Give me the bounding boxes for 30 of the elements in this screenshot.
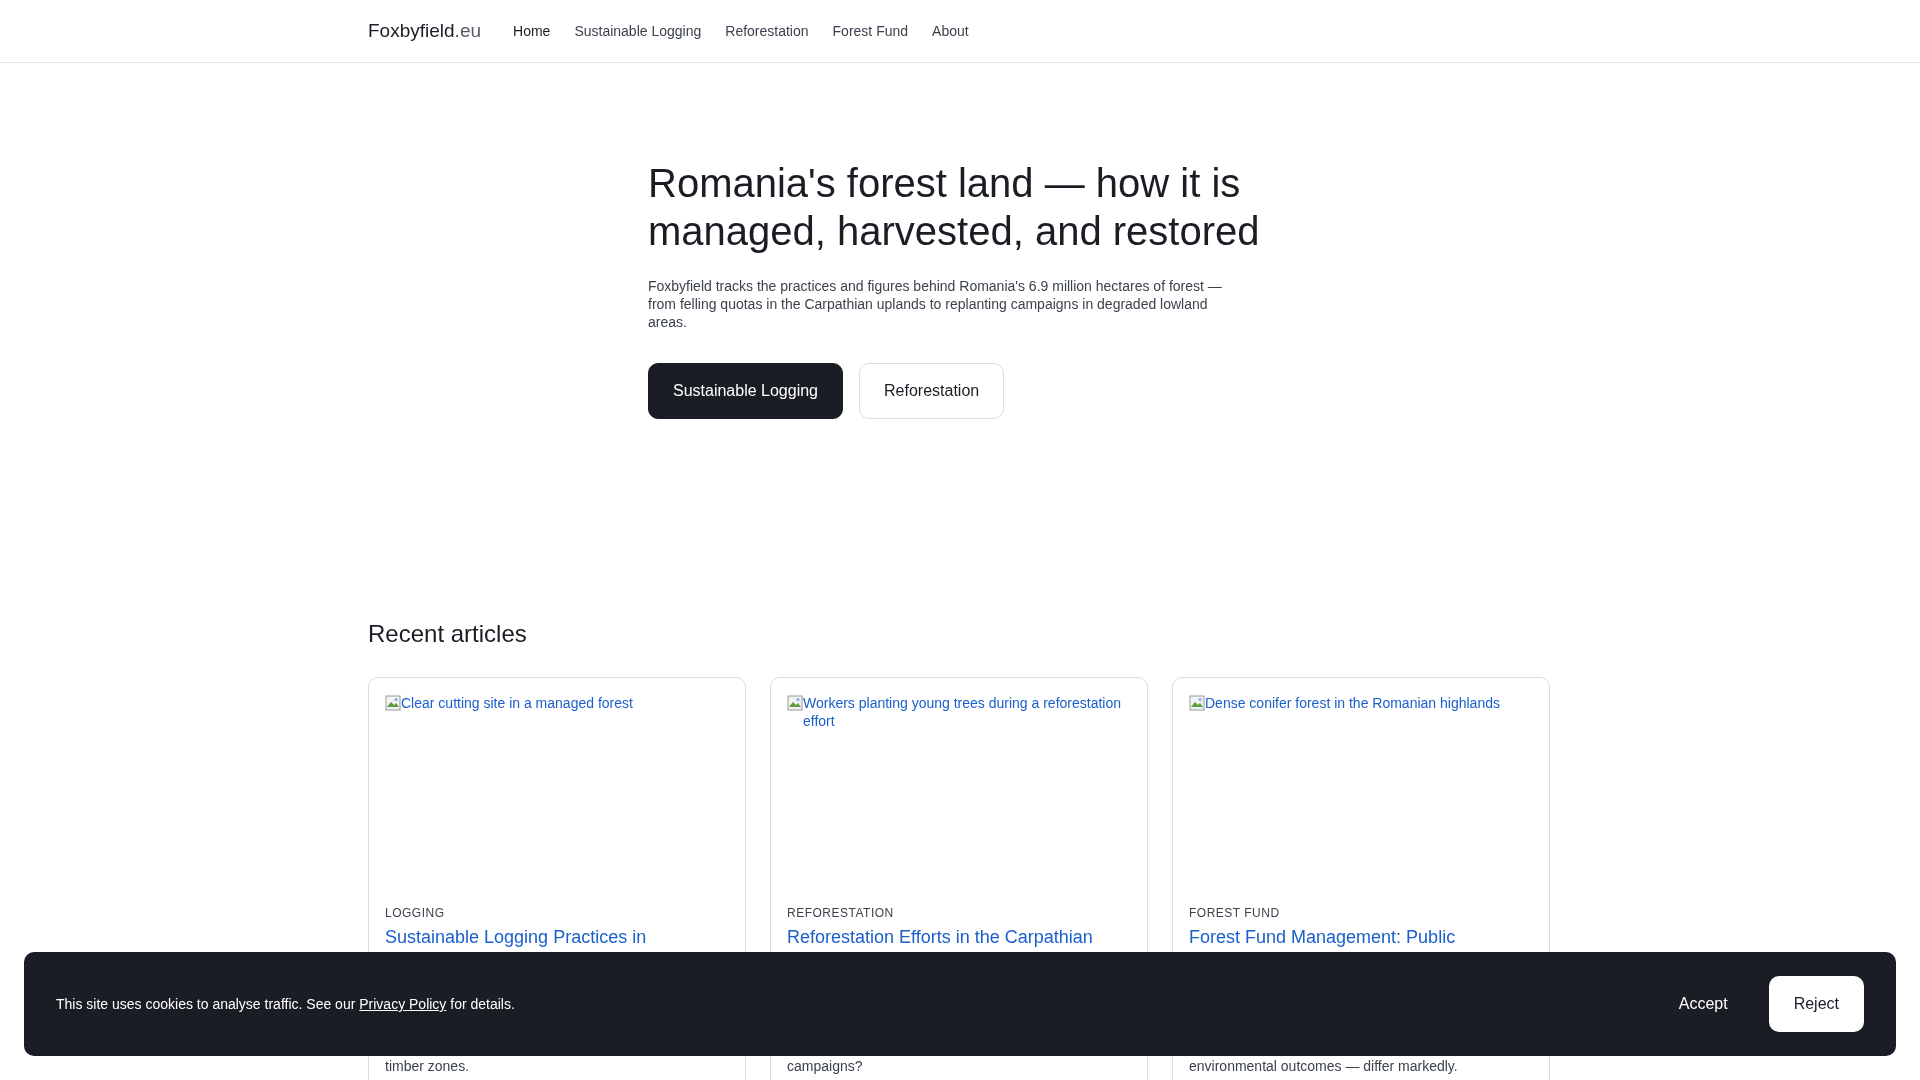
broken-image-icon (1189, 695, 1205, 711)
article-title[interactable]: Sustainable Logging Practices in (385, 925, 729, 949)
article-title[interactable]: Forest Fund Management: Public (1189, 925, 1533, 949)
article-summary: environmental outcomes — differ markedly. (1189, 1057, 1459, 1075)
site-logo[interactable]: Foxbyfield.eu (368, 20, 482, 42)
nav-link[interactable]: About (932, 23, 969, 39)
nav-link[interactable]: Reforestation (725, 23, 809, 39)
article-title[interactable]: Reforestation Efforts in the Carpathian (787, 925, 1131, 949)
reject-button[interactable]: Reject (1768, 976, 1864, 1032)
privacy-link[interactable]: Privacy Policy (359, 996, 447, 1012)
article-summary: timber zones. (385, 1057, 471, 1075)
image-alt-text: Dense conifer forest in the Romanian highlands (1205, 694, 1501, 712)
nav-link[interactable]: Home (513, 23, 551, 39)
secondary-button[interactable]: Reforestation (859, 363, 1005, 419)
article-summary: campaigns? (787, 1057, 864, 1075)
nav-link[interactable]: Forest Fund (832, 23, 909, 39)
article-category: REFORESTATION (787, 906, 895, 920)
broken-image-icon (787, 695, 803, 711)
hero-title: Romania's forest land — how it is managed, harvested, and restored (648, 160, 1261, 255)
cookie-text: This site uses cookies to analyse traffic. See our Privacy Policy for details. (56, 996, 516, 1012)
section-heading: Recent articles (368, 619, 528, 649)
hero-intro: Foxbyfield tracks the practices and figures behind Romania's 6.9 million hectares of forest — from felling quotas in the Carpathian uplands to replanting campaigns in degraded lowland areas. (648, 277, 1223, 331)
accept-button[interactable]: Accept (1653, 976, 1753, 1032)
nav-link[interactable]: Sustainable Logging (574, 23, 702, 39)
broken-image-icon (385, 695, 401, 711)
primary-button[interactable]: Sustainable Logging (648, 363, 843, 419)
article-category: LOGGING (385, 906, 446, 920)
article-category: FOREST FUND (1189, 906, 1281, 920)
image-alt-text: Workers planting young trees during a reforestation effort (803, 694, 1123, 730)
image-alt-text: Clear cutting site in a managed forest (401, 694, 634, 712)
